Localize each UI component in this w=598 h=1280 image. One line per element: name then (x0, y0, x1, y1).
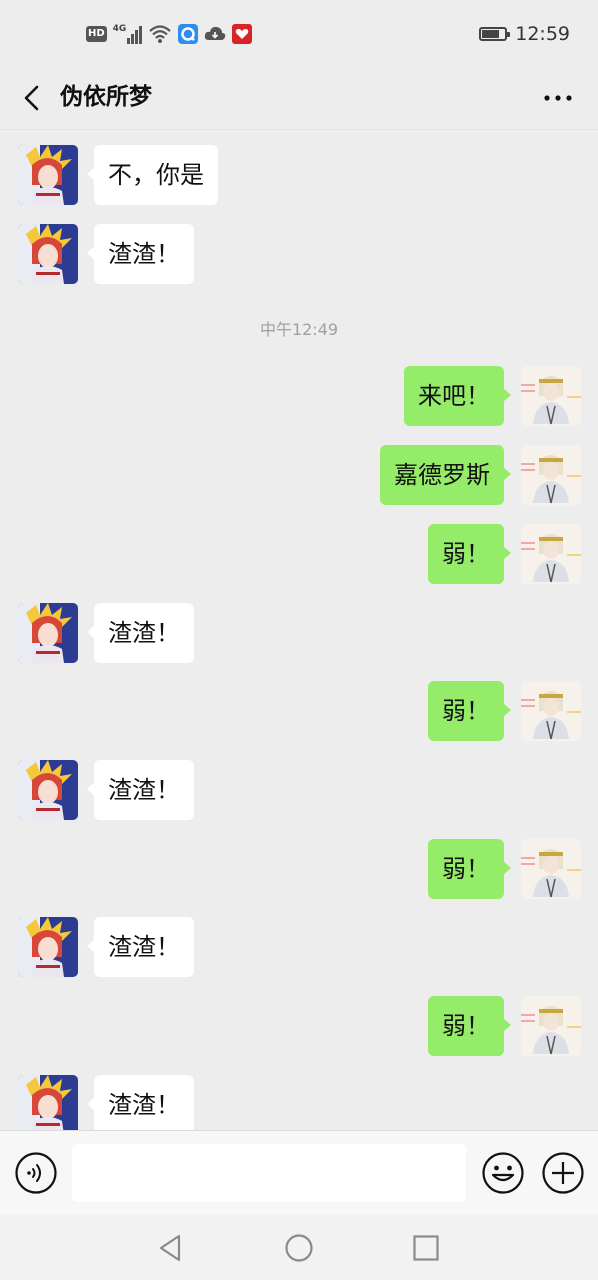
incoming-message: 不，你是 (0, 143, 598, 207)
contact-avatar[interactable] (18, 1075, 78, 1130)
message-bubble[interactable]: 弱！ (428, 996, 511, 1056)
outgoing-message: 弱！ (0, 994, 598, 1058)
clock: 12:59 (515, 23, 570, 45)
wifi-icon (149, 25, 172, 43)
message-bubble[interactable]: 来吧！ (404, 366, 511, 426)
contact-avatar[interactable] (18, 603, 78, 663)
incoming-message: 渣渣！ (0, 915, 598, 979)
system-navigation (0, 1215, 598, 1280)
incoming-message: 渣渣！ (0, 222, 598, 286)
plus-circle-icon[interactable] (541, 1151, 585, 1195)
message-bubble[interactable]: 不，你是 (87, 145, 218, 205)
square-recent-icon[interactable] (409, 1231, 443, 1265)
voice-icon[interactable] (14, 1151, 58, 1195)
message-list[interactable]: 不，你是渣渣！ 中午12:49 来吧！ 嘉德罗斯弱！ 渣渣！ 弱！ 渣渣！ 弱！ 渣渣！ 弱！ 渣渣… (0, 131, 598, 1130)
message-input[interactable] (72, 1144, 466, 1202)
message-bubble[interactable]: 渣渣！ (87, 1075, 194, 1130)
triangle-back-icon[interactable] (154, 1231, 188, 1265)
outgoing-message: 弱！ (0, 837, 598, 901)
my-avatar[interactable] (521, 366, 581, 426)
status-icons-left: HD 4G (86, 22, 253, 46)
incoming-message: 渣渣！ (0, 758, 598, 822)
more-horizontal-icon[interactable] (538, 80, 578, 116)
message-bubble[interactable]: 渣渣！ (87, 917, 194, 977)
status-icons-right: 12:59 (479, 22, 570, 46)
my-avatar[interactable] (521, 996, 581, 1056)
contact-avatar[interactable] (18, 224, 78, 284)
message-bubble[interactable]: 弱！ (428, 524, 511, 584)
message-timestamp: 中午12:49 (259, 320, 339, 339)
my-avatar[interactable] (521, 524, 581, 584)
chat-title: 伪依所梦 (60, 84, 152, 110)
incoming-message: 渣渣！ (0, 1073, 598, 1130)
chat-header: 伪依所梦 (0, 68, 598, 130)
outgoing-message: 来吧！ (0, 364, 598, 428)
battery-icon (479, 27, 511, 41)
contact-avatar[interactable] (18, 760, 78, 820)
message-bubble[interactable]: 渣渣！ (87, 760, 194, 820)
input-bar (0, 1130, 598, 1215)
circle-home-icon[interactable] (282, 1231, 316, 1265)
network-4g-icon: 4G (113, 24, 143, 44)
my-avatar[interactable] (521, 445, 581, 505)
outgoing-message: 弱！ (0, 679, 598, 743)
message-bubble[interactable]: 渣渣！ (87, 603, 194, 663)
contact-avatar[interactable] (18, 917, 78, 977)
hd-badge: HD (86, 26, 107, 42)
message-bubble[interactable]: 嘉德罗斯 (380, 445, 511, 505)
message-bubble[interactable]: 渣渣！ (87, 224, 194, 284)
message-bubble[interactable]: 弱！ (428, 681, 511, 741)
cloud-download-icon (205, 26, 226, 40)
incoming-message: 渣渣！ (0, 601, 598, 665)
message-bubble[interactable]: 弱！ (428, 839, 511, 899)
app-notification-icon (232, 24, 253, 44)
chevron-left-icon[interactable] (18, 78, 46, 118)
outgoing-message: 嘉德罗斯 (0, 443, 598, 507)
outgoing-message: 弱！ (0, 522, 598, 586)
contact-avatar[interactable] (18, 145, 78, 205)
emoji-icon[interactable] (481, 1151, 525, 1195)
status-bar: HD 4G 12:59 (0, 0, 598, 68)
my-avatar[interactable] (521, 681, 581, 741)
browser-app-icon (178, 24, 199, 44)
my-avatar[interactable] (521, 839, 581, 899)
